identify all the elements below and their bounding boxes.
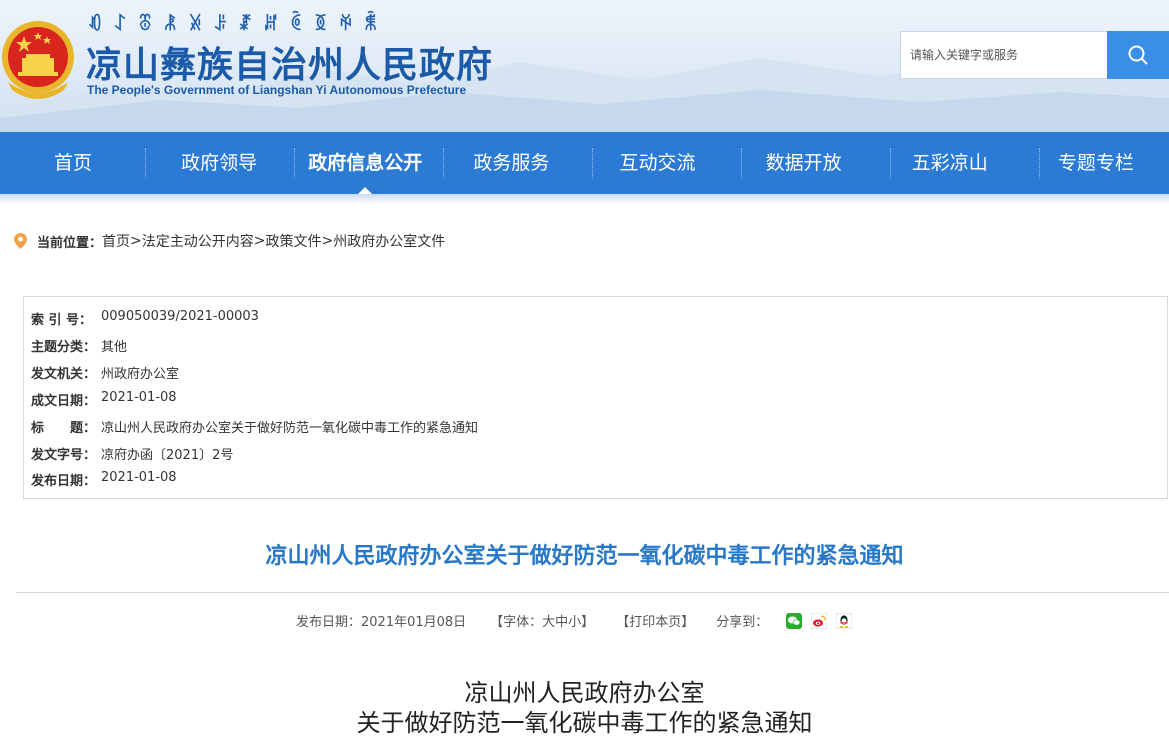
document-info-table: 索 引 号： 009050039/2021-00003 主题分类： 其他 发文机… — [23, 296, 1168, 499]
title-divider — [16, 592, 1169, 593]
info-key: 标 题： — [31, 421, 97, 436]
info-key: 发文字号： — [31, 448, 97, 463]
nav-item-open-data[interactable]: 数据开放 — [731, 132, 877, 194]
info-row-publish-date: 发布日期： 2021-01-08 — [31, 470, 177, 490]
breadcrumb-home[interactable]: 首页 — [102, 231, 130, 251]
info-key: 索 引 号： — [31, 313, 93, 328]
info-row-index: 索 引 号： 009050039/2021-00003 — [31, 309, 259, 329]
nav-divider — [145, 148, 146, 178]
info-key: 发文机关： — [31, 367, 97, 382]
info-key: 成文日期： — [31, 394, 97, 409]
info-key: 发布日期： — [31, 474, 97, 489]
print-button[interactable]: 【打印本页】 — [616, 611, 694, 630]
wechat-icon[interactable] — [786, 612, 803, 629]
breadcrumb-statutory-content[interactable]: 法定主动公开内容 — [142, 231, 254, 251]
breadcrumb-policy-files[interactable]: 政策文件 — [265, 231, 321, 251]
info-value: 2021-01-08 — [101, 390, 177, 405]
info-value: 其他 — [101, 340, 128, 355]
info-row-category: 主题分类： 其他 — [31, 336, 127, 356]
location-pin-icon — [14, 233, 27, 249]
site-title[interactable]: 凉山彝族自治州人民政府 — [86, 36, 493, 88]
qq-icon[interactable] — [835, 612, 853, 629]
nav-shadow — [0, 194, 1169, 204]
nav-divider — [741, 148, 742, 178]
nav-item-interaction[interactable]: 互动交流 — [585, 132, 731, 194]
weibo-icon[interactable] — [810, 612, 828, 629]
search-icon — [1128, 45, 1148, 65]
info-value: 凉府办函〔2021〕2号 — [101, 448, 234, 463]
search-button[interactable] — [1107, 31, 1169, 79]
breadcrumb-separator: > — [321, 233, 334, 249]
nav-item-colorful-liangshan[interactable]: 五彩凉山 — [877, 132, 1023, 194]
site-subtitle: The People's Government of Liangshan Yi … — [87, 83, 467, 97]
info-row-issuer: 发文机关： 州政府办公室 — [31, 363, 179, 383]
site-header: ꀒꋍꁨꂿꊉꌠꊨꏦꏱꅉꑮꐨ 凉山彝族自治州人民政府 The People's Go… — [0, 0, 1169, 132]
search-input[interactable] — [901, 32, 1109, 78]
info-row-written-date: 成文日期： 2021-01-08 — [31, 390, 177, 410]
breadcrumb-separator: > — [253, 233, 266, 249]
body-heading-line2: 关于做好防范一氧化碳中毒工作的紧急通知 — [356, 709, 813, 737]
search-box — [900, 31, 1109, 79]
nav-item-special-topics[interactable]: 专题专栏 — [1023, 132, 1169, 194]
breadcrumb-office-files[interactable]: 州政府办公室文件 — [333, 231, 445, 251]
article-title: 凉山州人民政府办公室关于做好防范一氧化碳中毒工作的紧急通知 — [265, 544, 904, 569]
nav-divider — [592, 148, 593, 178]
breadcrumb-label: 当前位置： — [37, 235, 103, 251]
nav-divider — [890, 148, 891, 178]
nav-divider — [294, 148, 295, 178]
nav-item-services[interactable]: 政务服务 — [438, 132, 584, 194]
publish-date: 发布日期：2021年01月08日 — [296, 615, 467, 630]
info-row-title: 标 题： 凉山州人民政府办公室关于做好防范一氧化碳中毒工作的紧急通知 — [31, 417, 478, 437]
breadcrumb: 当前位置： 首页 > 法定主动公开内容 > 政策文件 > 州政府办公室文件 — [14, 230, 445, 252]
breadcrumb-separator: > — [130, 233, 142, 249]
yi-script-title: ꀒꋍꁨꂿꊉꌠꊨꏦꏱꅉꑮꐨ — [88, 14, 389, 35]
info-value: 009050039/2021-00003 — [101, 309, 259, 324]
article-meta: 发布日期：2021年01月08日 【字体：大中小】 【打印本页】 分享到： — [296, 611, 853, 630]
info-value: 凉山州人民政府办公室关于做好防范一氧化碳中毒工作的紧急通知 — [101, 421, 479, 436]
nav-item-home[interactable]: 首页 — [0, 132, 146, 194]
share-label: 分享到： — [716, 615, 769, 630]
info-key: 主题分类： — [31, 340, 97, 355]
font-size-control[interactable]: 【字体：大中小】 — [490, 611, 594, 630]
nav-divider — [443, 148, 444, 178]
info-row-doc-number: 发文字号： 凉府办函〔2021〕2号 — [31, 444, 233, 464]
nav-divider — [1039, 148, 1040, 178]
nav-item-leaders[interactable]: 政府领导 — [146, 132, 292, 194]
main-nav: 首页 政府领导 政府信息公开 政务服务 互动交流 数据开放 五彩凉山 专题专栏 — [0, 132, 1169, 194]
info-value: 州政府办公室 — [101, 367, 180, 382]
info-value: 2021-01-08 — [101, 470, 177, 485]
nav-item-info-disclosure[interactable]: 政府信息公开 — [292, 132, 438, 194]
emblem-icon — [2, 21, 74, 99]
